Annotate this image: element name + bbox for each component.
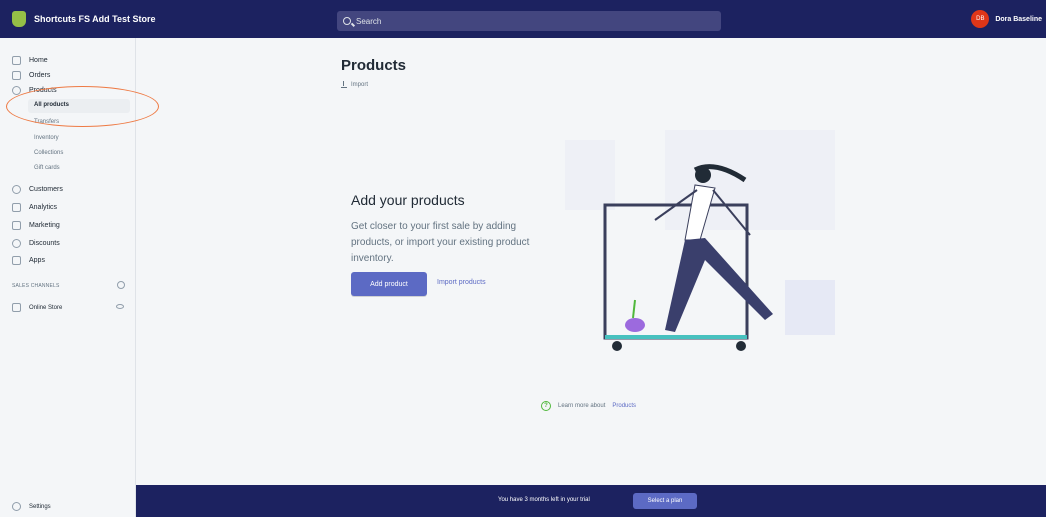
- store-icon: [12, 303, 21, 312]
- import-label: Import: [351, 82, 369, 88]
- sidebar-subitem-collections[interactable]: Collections: [34, 150, 63, 160]
- sales-channels-heading: SALES CHANNELS: [12, 283, 60, 289]
- sidebar-item-discounts[interactable]: Discounts: [12, 237, 60, 249]
- avatar: DB: [971, 10, 990, 28]
- apps-icon: [12, 255, 21, 265]
- top-bar: Shortcuts FS Add Test Store Search DB Do…: [0, 0, 1046, 38]
- sidebar-item-online-store[interactable]: Online Store: [12, 303, 62, 312]
- learn-more-prefix: Learn more about: [558, 403, 606, 409]
- import-action[interactable]: Import: [341, 81, 369, 88]
- sidebar-item-label: Home: [29, 56, 48, 64]
- sidebar-item-settings[interactable]: Settings: [12, 502, 51, 511]
- search-icon: [343, 17, 351, 25]
- sidebar-item-orders[interactable]: Orders: [12, 69, 50, 81]
- sidebar-item-label: Discounts: [29, 239, 60, 247]
- empty-state-heading: Add your products: [351, 192, 465, 208]
- trial-banner: You have 3 months left in your trial Sel…: [136, 485, 1046, 517]
- sidebar-item-label: Settings: [29, 503, 51, 510]
- help-icon: ?: [541, 401, 551, 411]
- search-input[interactable]: Search: [337, 11, 721, 31]
- view-store-icon[interactable]: [116, 304, 124, 309]
- orders-icon: [12, 70, 21, 80]
- sidebar-item-label: Marketing: [29, 221, 60, 229]
- import-icon: [341, 81, 347, 88]
- gear-icon: [12, 502, 21, 511]
- page-title: Products: [341, 57, 407, 74]
- store-name: Shortcuts FS Add Test Store: [34, 14, 156, 24]
- marketing-icon: [12, 220, 21, 230]
- add-product-button[interactable]: Add product: [351, 272, 427, 296]
- search-placeholder: Search: [356, 16, 382, 26]
- customer-icon: [12, 184, 21, 194]
- sidebar-item-marketing[interactable]: Marketing: [12, 219, 60, 231]
- sidebar-item-customers[interactable]: Customers: [12, 183, 63, 195]
- sidebar-item-label: Customers: [29, 185, 63, 193]
- sidebar-item-label: Online Store: [29, 304, 63, 311]
- sidebar-item-label: Orders: [29, 71, 51, 79]
- sidebar-subitem-inventory[interactable]: Inventory: [34, 135, 59, 145]
- user-menu[interactable]: DB Dora Baseline: [971, 10, 1042, 28]
- shopify-bag-icon: [12, 11, 26, 27]
- sidebar-item-home[interactable]: Home: [12, 54, 48, 66]
- sidebar-item-apps[interactable]: Apps: [12, 254, 45, 266]
- learn-more-products-link[interactable]: Products: [612, 403, 636, 409]
- learn-more: ? Learn more about Products: [541, 401, 636, 411]
- discount-icon: [12, 238, 21, 248]
- sidebar-subitem-gift-cards[interactable]: Gift cards: [34, 165, 60, 175]
- sidebar-item-analytics[interactable]: Analytics: [12, 201, 57, 213]
- user-name: Dora Baseline: [995, 15, 1042, 23]
- sidebar: Home Orders Products All products Transf…: [0, 38, 159, 517]
- tag-icon: [12, 85, 21, 95]
- import-products-link[interactable]: Import products: [437, 279, 486, 286]
- annotation-highlight-circle: [6, 86, 159, 127]
- add-channel-icon[interactable]: [117, 281, 125, 289]
- analytics-icon: [12, 202, 21, 212]
- sidebar-item-label: Analytics: [29, 203, 58, 211]
- store-switcher[interactable]: Shortcuts FS Add Test Store: [12, 11, 156, 27]
- empty-state-text: Get closer to your first sale by adding …: [351, 221, 530, 264]
- sidebar-item-label: Apps: [29, 256, 45, 264]
- home-icon: [12, 55, 21, 65]
- empty-state-illustration: [565, 130, 835, 351]
- select-plan-button[interactable]: Select a plan: [633, 493, 697, 509]
- trial-text: You have 3 months left in your trial: [498, 497, 590, 503]
